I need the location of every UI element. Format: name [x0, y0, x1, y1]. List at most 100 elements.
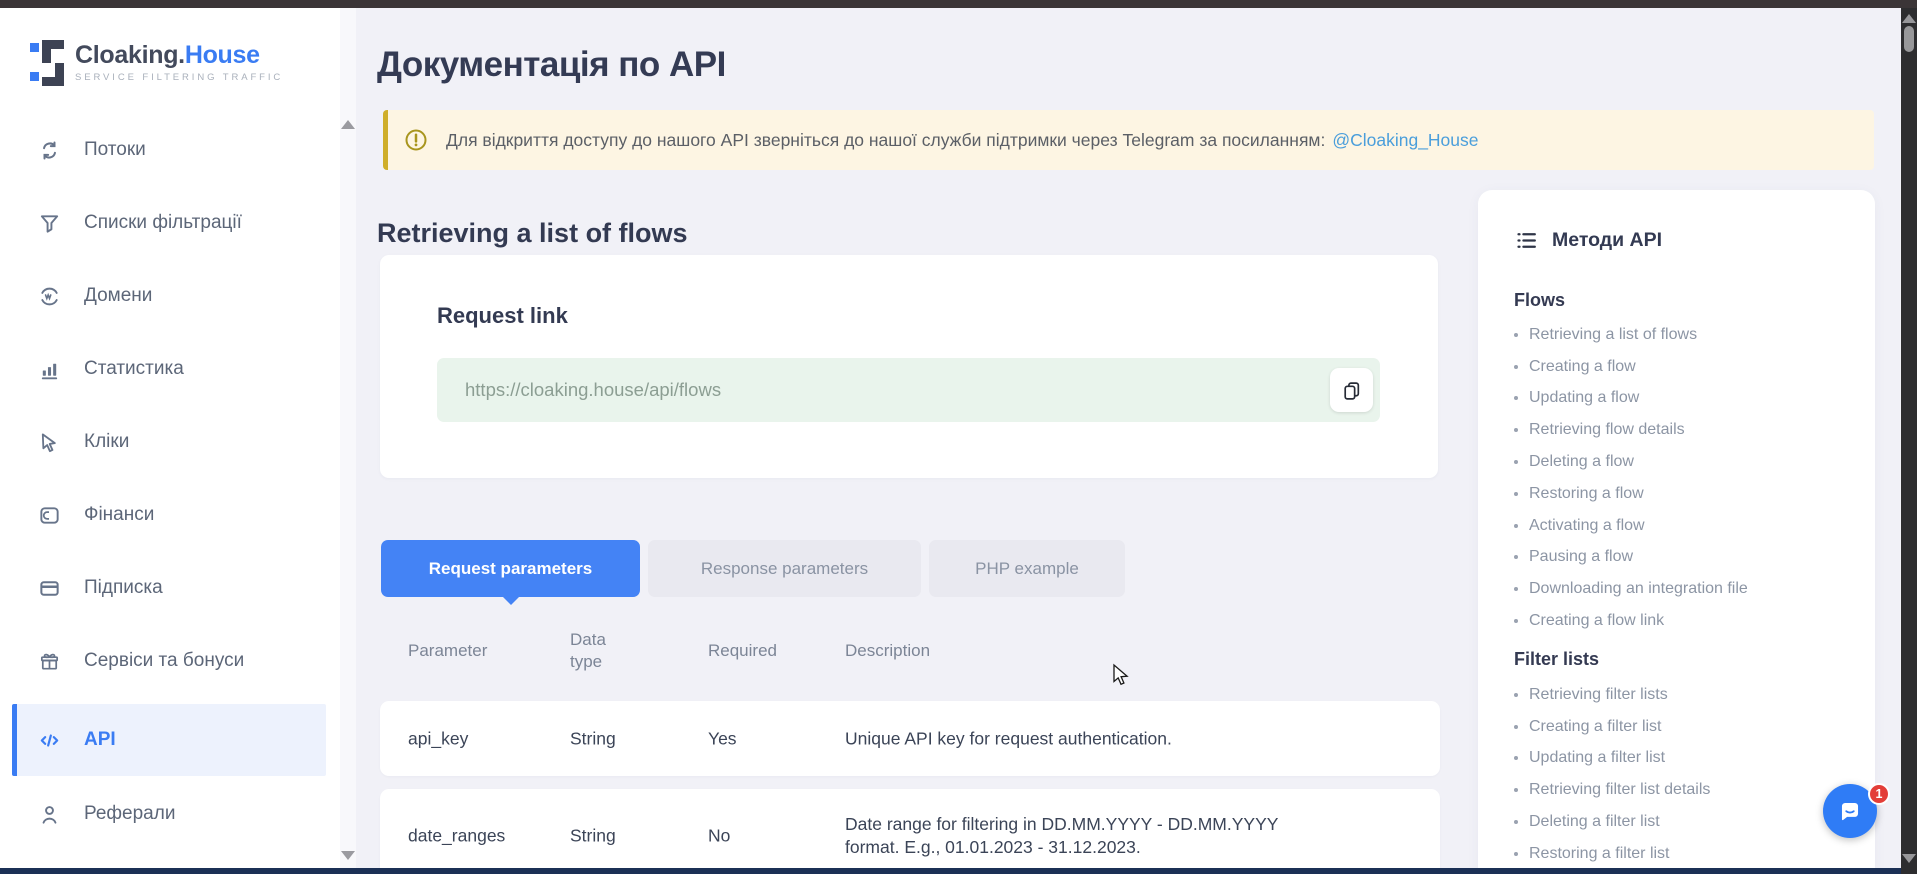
bullet-icon	[1514, 587, 1518, 591]
column-header-parameter: Parameter	[408, 640, 487, 662]
method-link[interactable]: Retrieving flow details	[1514, 414, 1854, 446]
cell-required: Yes	[708, 727, 737, 750]
sidebar-item-clicks[interactable]: Кліки	[12, 406, 326, 478]
sidebar-item-api[interactable]: API	[12, 704, 326, 776]
card-icon	[38, 577, 61, 600]
sidebar-item-referrals[interactable]: Реферали	[12, 778, 326, 850]
brand-name: Cloaking.House	[75, 40, 283, 70]
sidebar-item-statistics[interactable]: Статистика	[12, 333, 326, 405]
method-link[interactable]: Updating a filter list	[1514, 743, 1854, 775]
brand-accent: House	[185, 41, 260, 69]
bullet-icon	[1514, 396, 1518, 400]
app-window: Cloaking.House SERVICE FILTERING TRAFFIC…	[0, 0, 1917, 874]
cursor-icon	[38, 431, 61, 454]
method-label: Retrieving a list of flows	[1529, 326, 1697, 344]
method-link[interactable]: Deleting a flow	[1514, 446, 1854, 478]
method-link[interactable]: Deleting a filter list	[1514, 806, 1854, 838]
sidebar-item-label: Фінанси	[84, 504, 154, 526]
method-link[interactable]: Restoring a flow	[1514, 478, 1854, 510]
method-link[interactable]: Retrieving filter list details	[1514, 774, 1854, 806]
method-label: Deleting a filter list	[1529, 813, 1660, 831]
tab-php-example[interactable]: PHP example	[929, 540, 1125, 597]
wallet-icon	[38, 504, 61, 527]
method-label: Downloading an integration file	[1529, 580, 1748, 598]
bullet-icon	[1514, 428, 1518, 432]
scroll-up-arrow-icon[interactable]	[1902, 14, 1916, 23]
method-link[interactable]: Creating a flow	[1514, 351, 1854, 383]
bullet-icon	[1514, 852, 1518, 856]
sidebar-item-label: Статистика	[84, 358, 184, 380]
cell-data-type: String	[570, 727, 616, 750]
bullet-icon	[1514, 365, 1518, 369]
method-label: Pausing a flow	[1529, 548, 1633, 566]
tab-response-parameters[interactable]: Response parameters	[648, 540, 921, 597]
method-label: Retrieving filter list details	[1529, 781, 1710, 799]
methods-panel-title: Методи API	[1552, 229, 1662, 252]
cell-parameter: api_key	[408, 727, 468, 750]
cell-description: Unique API key for request authenticatio…	[845, 727, 1315, 750]
method-label: Restoring a flow	[1529, 485, 1644, 503]
method-link[interactable]: Activating a flow	[1514, 510, 1854, 542]
logo[interactable]: Cloaking.House SERVICE FILTERING TRAFFIC	[30, 40, 283, 86]
method-link[interactable]: Retrieving a list of flows	[1514, 319, 1854, 351]
bullet-icon	[1514, 333, 1518, 337]
copy-button[interactable]	[1330, 368, 1373, 412]
brand-tagline: SERVICE FILTERING TRAFFIC	[75, 72, 283, 83]
filter-lists-method-list: Retrieving filter lists Creating a filte…	[1514, 679, 1854, 870]
request-url-field[interactable]: https://cloaking.house/api/flows	[437, 358, 1380, 422]
scroll-down-arrow-icon[interactable]	[341, 851, 355, 860]
notification-badge: 1	[1868, 783, 1890, 805]
section-title: Retrieving a list of flows	[377, 218, 688, 249]
method-link[interactable]: Downloading an integration file	[1514, 573, 1854, 605]
info-banner: Для відкриття доступу до нашого API звер…	[383, 110, 1874, 170]
tab-request-parameters[interactable]: Request parameters	[381, 540, 640, 597]
method-link[interactable]: Restoring a filter list	[1514, 838, 1854, 870]
sidebar-item-label: Кліки	[84, 431, 129, 453]
sidebar-item-flows[interactable]: Потоки	[12, 114, 326, 186]
request-link-card: Request link https://cloaking.house/api/…	[380, 255, 1438, 478]
sidebar-item-label: Сервіси та бонуси	[84, 650, 244, 672]
method-link[interactable]: Creating a flow link	[1514, 605, 1854, 637]
bar-chart-icon	[38, 358, 61, 381]
column-header-data-type: Data type	[570, 629, 626, 673]
person-icon	[38, 803, 61, 826]
column-header-description: Description	[845, 640, 1315, 662]
bullet-icon	[1514, 524, 1518, 528]
method-label: Updating a flow	[1529, 389, 1639, 407]
method-label: Creating a filter list	[1529, 718, 1662, 736]
sync-icon	[38, 139, 61, 162]
funnel-icon	[38, 212, 61, 235]
api-methods-panel: Методи API Flows Retrieving a list of fl…	[1478, 190, 1875, 874]
gift-icon	[38, 650, 61, 673]
mouse-cursor	[1111, 663, 1133, 687]
window-bottom-edge	[0, 868, 1917, 874]
method-label: Updating a filter list	[1529, 749, 1665, 767]
method-link[interactable]: Updating a flow	[1514, 383, 1854, 415]
group-title-filter-lists: Filter lists	[1514, 649, 1599, 670]
copy-icon	[1341, 380, 1362, 401]
scroll-up-arrow-icon[interactable]	[341, 120, 355, 129]
sidebar-scrollbar[interactable]	[340, 8, 356, 868]
sidebar-item-services[interactable]: Сервіси та бонуси	[12, 625, 326, 697]
telegram-link[interactable]: @Cloaking_House	[1332, 130, 1478, 151]
method-link[interactable]: Pausing a flow	[1514, 542, 1854, 574]
sidebar-item-domains[interactable]: Домени	[12, 260, 326, 332]
method-link[interactable]: Retrieving filter lists	[1514, 679, 1854, 711]
method-link[interactable]: Creating a filter list	[1514, 711, 1854, 743]
method-label: Restoring a filter list	[1529, 845, 1670, 863]
chat-icon	[1835, 796, 1865, 826]
bullet-icon	[1514, 619, 1518, 623]
page-scrollbar-thumb[interactable]	[1904, 26, 1914, 52]
page-scrollbar[interactable]	[1901, 8, 1917, 874]
sidebar-item-finances[interactable]: Фінанси	[12, 479, 326, 551]
window-top-edge	[0, 0, 1917, 8]
table-row: date_ranges String No Date range for fil…	[380, 789, 1440, 874]
request-url: https://cloaking.house/api/flows	[465, 379, 721, 401]
method-label: Creating a flow	[1529, 358, 1636, 376]
page-title: Документація по API	[377, 45, 726, 85]
sidebar-item-filter-lists[interactable]: Списки фільтрації	[12, 187, 326, 259]
cell-parameter: date_ranges	[408, 824, 505, 847]
cell-description: Date range for filtering in DD.MM.YYYY -…	[845, 813, 1315, 859]
sidebar-item-subscription[interactable]: Підписка	[12, 552, 326, 624]
scroll-down-arrow-icon[interactable]	[1902, 854, 1916, 863]
